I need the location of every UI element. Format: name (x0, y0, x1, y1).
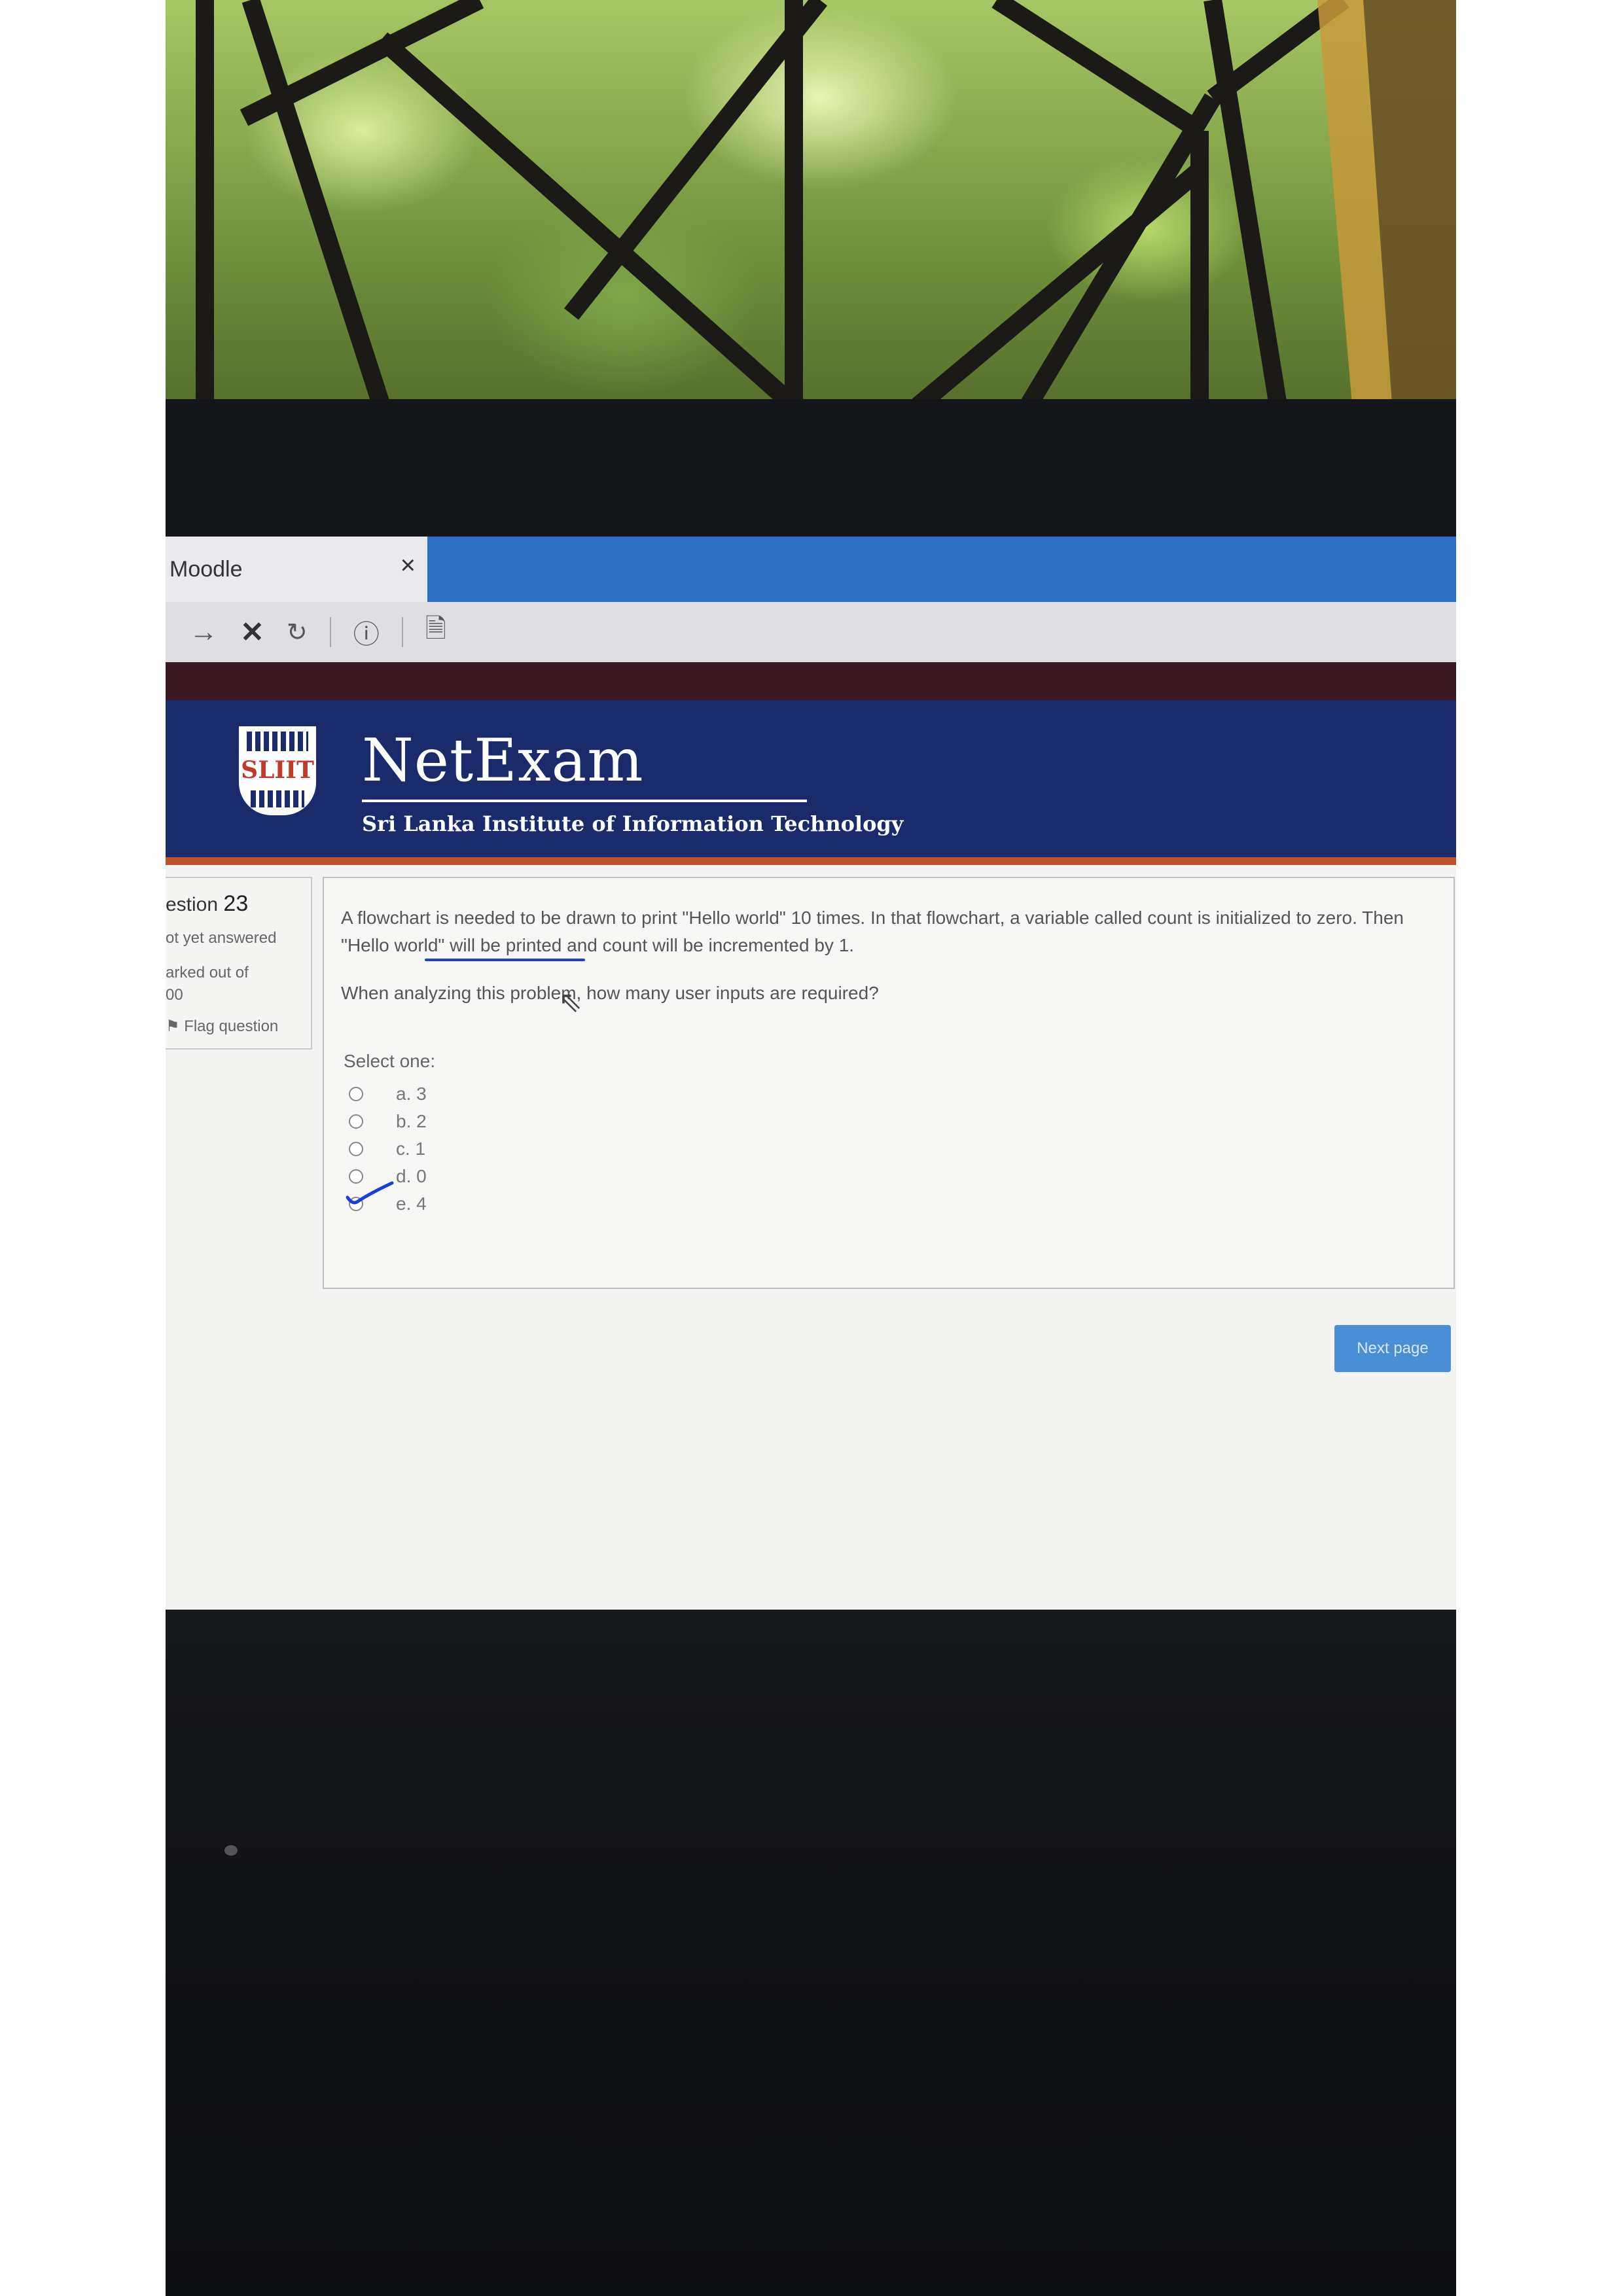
select-one-label: Select one: (344, 1051, 436, 1071)
question-label-prefix: estion (166, 894, 219, 915)
question-label: estion 23 (166, 891, 248, 917)
option-b[interactable]: b. 2 (349, 1111, 427, 1132)
reload-icon[interactable]: ↻ (287, 618, 308, 647)
institute-name: Sri Lanka Institute of Information Techn… (362, 811, 904, 836)
pen-underline-annotation (425, 959, 585, 961)
question-prompt: When analyzing this problem, how many us… (341, 983, 879, 1003)
flag-question-link[interactable]: ⚑ Flag question (166, 1017, 278, 1036)
question-mark: arked out of 00 (166, 962, 303, 1006)
question-info-block: estion 23 ot yet answered arked out of 0… (166, 877, 312, 1050)
stop-icon[interactable]: ✕ (240, 616, 264, 649)
flag-icon: ⚑ (166, 1017, 185, 1035)
radio-c[interactable] (349, 1142, 363, 1156)
option-a[interactable]: a. 3 (349, 1084, 427, 1104)
logo-text: SLIIT (241, 756, 314, 784)
toolbar-divider (401, 617, 403, 647)
laptop-screen: Moodle × → ✕ ↻ ⓘ 🗎 SLIIT NetExam Sri Lan… (166, 537, 1456, 1623)
question-number: 23 (223, 891, 249, 916)
page-icon[interactable]: 🗎 (425, 610, 446, 654)
photo-frame: Moodle × → ✕ ↻ ⓘ 🗎 SLIIT NetExam Sri Lan… (166, 0, 1456, 2296)
netexam-header: SLIIT NetExam Sri Lanka Institute of Inf… (166, 700, 1456, 865)
radio-a[interactable] (349, 1087, 363, 1101)
power-led (224, 1845, 238, 1856)
option-c[interactable]: c. 1 (349, 1139, 425, 1159)
tab-title: Moodle (169, 556, 243, 582)
brand-name: NetExam (362, 726, 644, 795)
toolbar-divider (329, 617, 331, 647)
info-icon[interactable]: ⓘ (353, 613, 380, 651)
option-b-label: b. 2 (396, 1111, 427, 1131)
question-state: ot yet answered (166, 929, 277, 947)
logo-grid-bottom (251, 790, 304, 807)
browser-tab-strip: Moodle × (166, 537, 1456, 602)
brand-divider (362, 800, 807, 802)
browser-tab[interactable]: Moodle × (166, 537, 427, 602)
option-a-label: a. 3 (396, 1084, 427, 1104)
flag-question-label: Flag question (184, 1017, 279, 1035)
option-e-label: e. 4 (396, 1193, 427, 1214)
marked-prefix: arked out of (166, 964, 249, 981)
question-text: A flowchart is needed to be drawn to pri… (341, 908, 1404, 955)
mouse-cursor-icon: ⇖ (558, 986, 582, 1018)
browser-bottom-band (166, 662, 1456, 700)
browser-toolbar: → ✕ ↻ ⓘ 🗎 (166, 602, 1456, 662)
close-tab-icon[interactable]: × (401, 551, 416, 580)
laptop-bezel-top (166, 399, 1456, 550)
logo-grid-top (247, 732, 308, 751)
option-d-label: d. 0 (396, 1166, 427, 1186)
marked-value: 00 (166, 986, 183, 1004)
next-page-button[interactable]: Next page (1334, 1325, 1451, 1372)
sliit-logo: SLIIT (239, 726, 316, 815)
option-c-label: c. 1 (396, 1139, 426, 1159)
forward-icon[interactable]: → (189, 616, 218, 648)
pen-checkmark-annotation (346, 1181, 394, 1205)
laptop-bezel-bottom (166, 1610, 1456, 2296)
radio-b[interactable] (349, 1114, 363, 1129)
question-panel: A flowchart is needed to be drawn to pri… (323, 877, 1455, 1289)
